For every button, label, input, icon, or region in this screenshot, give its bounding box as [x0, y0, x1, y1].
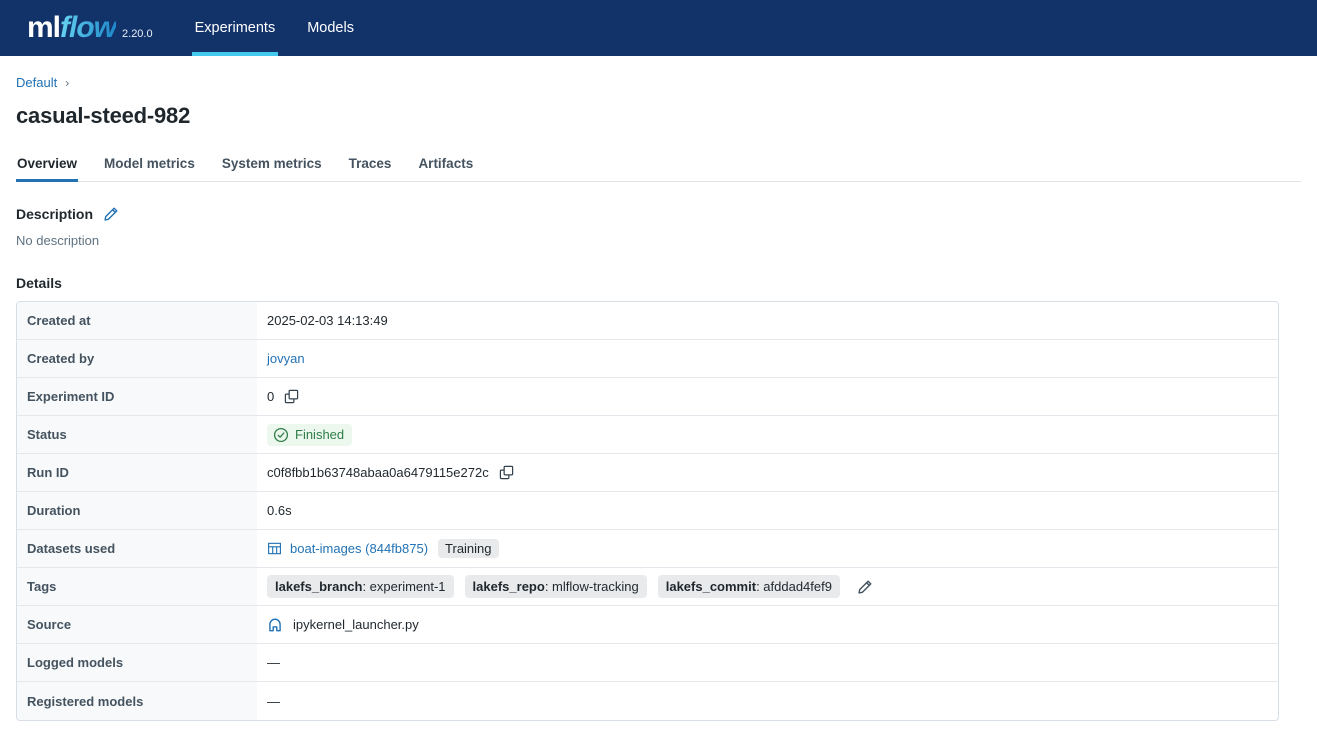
row-label: Created by — [17, 340, 257, 377]
check-circle-icon — [273, 427, 289, 443]
status-value: Finished — [257, 416, 1278, 453]
pencil-icon — [103, 206, 119, 222]
row-created-at: Created at 2025-02-03 14:13:49 — [17, 302, 1278, 340]
row-label: Datasets used — [17, 530, 257, 567]
row-label: Created at — [17, 302, 257, 339]
details-heading: Details — [16, 275, 1301, 291]
row-experiment-id: Experiment ID 0 — [17, 378, 1278, 416]
run-tabs: Overview Model metrics System metrics Tr… — [16, 156, 1301, 182]
description-empty-text: No description — [16, 233, 1301, 248]
description-heading: Description — [16, 206, 1301, 222]
breadcrumb: Default › — [16, 75, 1301, 90]
source-text: ipykernel_launcher.py — [293, 617, 419, 632]
row-logged-models: Logged models — — [17, 644, 1278, 682]
page-title: casual-steed-982 — [16, 103, 1301, 129]
chevron-right-icon: › — [65, 76, 69, 90]
row-label: Tags — [17, 568, 257, 605]
tag-chip: lakefs_branch: experiment-1 — [267, 575, 454, 598]
dataset-table-icon — [267, 541, 282, 556]
datasets-value: boat-images (844fb875) Training — [257, 530, 1278, 567]
run-id-value: c0f8fbb1b63748abaa0a6479115e272c — [257, 454, 1278, 491]
copy-experiment-id-button[interactable] — [284, 389, 299, 404]
duration-value: 0.6s — [257, 492, 1278, 529]
row-label: Registered models — [17, 682, 257, 720]
tab-system-metrics[interactable]: System metrics — [221, 156, 323, 181]
pencil-icon — [857, 579, 873, 595]
row-label: Logged models — [17, 644, 257, 681]
navbar-tab-models[interactable]: Models — [307, 0, 354, 56]
tag-key: lakefs_commit — [666, 579, 756, 594]
tag-value: afddad4fef9 — [763, 579, 832, 594]
row-source: Source ipykernel_launcher.py — [17, 606, 1278, 644]
tag-key: lakefs_repo — [473, 579, 545, 594]
logo-flow-text: flow — [60, 11, 116, 45]
tag-chip: lakefs_commit: afddad4fef9 — [658, 575, 840, 598]
navbar-tab-experiments[interactable]: Experiments — [195, 0, 276, 56]
version-label: 2.20.0 — [122, 28, 153, 45]
experiment-id-text: 0 — [267, 389, 274, 404]
copy-run-id-button[interactable] — [499, 465, 514, 480]
edit-tags-button[interactable] — [857, 579, 873, 595]
tab-artifacts[interactable]: Artifacts — [417, 156, 474, 181]
mlflow-logo[interactable]: mlflow 2.20.0 — [27, 11, 153, 45]
tag-separator: : — [545, 579, 552, 594]
tab-traces[interactable]: Traces — [348, 156, 393, 181]
run-id-text: c0f8fbb1b63748abaa0a6479115e272c — [267, 465, 489, 480]
row-label: Duration — [17, 492, 257, 529]
tag-value: mlflow-tracking — [552, 579, 639, 594]
tab-model-metrics[interactable]: Model metrics — [103, 156, 196, 181]
logged-models-value: — — [257, 644, 1278, 681]
details-table: Created at 2025-02-03 14:13:49 Created b… — [16, 301, 1279, 721]
dataset-link[interactable]: boat-images (844fb875) — [290, 541, 428, 556]
row-label: Run ID — [17, 454, 257, 491]
row-label: Status — [17, 416, 257, 453]
status-badge: Finished — [267, 424, 352, 446]
created-by-value: jovyan — [257, 340, 1278, 377]
navbar-tabs: Experiments Models — [179, 0, 370, 56]
copy-icon — [284, 389, 299, 404]
tag-separator: : — [362, 579, 369, 594]
copy-icon — [499, 465, 514, 480]
tag-key: lakefs_branch — [275, 579, 362, 594]
row-registered-models: Registered models — — [17, 682, 1278, 720]
created-by-link[interactable]: jovyan — [267, 351, 305, 366]
row-run-id: Run ID c0f8fbb1b63748abaa0a6479115e272c — [17, 454, 1278, 492]
source-value: ipykernel_launcher.py — [257, 606, 1278, 643]
logo-ml-text: ml — [27, 11, 60, 45]
row-label: Experiment ID — [17, 378, 257, 415]
registered-models-value: — — [257, 682, 1278, 720]
tags-value: lakefs_branch: experiment-1 lakefs_repo:… — [257, 568, 1278, 605]
tag-chip: lakefs_repo: mlflow-tracking — [465, 575, 647, 598]
logo-wrap: mlflow 2.20.0 — [27, 0, 153, 56]
main-content: Default › casual-steed-982 Overview Mode… — [0, 75, 1317, 721]
edit-description-button[interactable] — [103, 206, 119, 222]
breadcrumb-link-default[interactable]: Default — [16, 75, 57, 90]
top-navbar: mlflow 2.20.0 Experiments Models — [0, 0, 1317, 56]
row-tags: Tags lakefs_branch: experiment-1 lakefs_… — [17, 568, 1278, 606]
row-datasets-used: Datasets used boat-images (844fb875) Tra… — [17, 530, 1278, 568]
row-label: Source — [17, 606, 257, 643]
tag-value: experiment-1 — [370, 579, 446, 594]
tab-overview[interactable]: Overview — [16, 156, 78, 181]
row-created-by: Created by jovyan — [17, 340, 1278, 378]
row-duration: Duration 0.6s — [17, 492, 1278, 530]
experiment-id-value: 0 — [257, 378, 1278, 415]
status-text: Finished — [295, 427, 344, 442]
row-status: Status Finished — [17, 416, 1278, 454]
dataset-context-chip: Training — [438, 539, 498, 558]
created-at-value: 2025-02-03 14:13:49 — [257, 302, 1278, 339]
notebook-home-icon — [267, 617, 283, 633]
description-heading-label: Description — [16, 206, 93, 222]
